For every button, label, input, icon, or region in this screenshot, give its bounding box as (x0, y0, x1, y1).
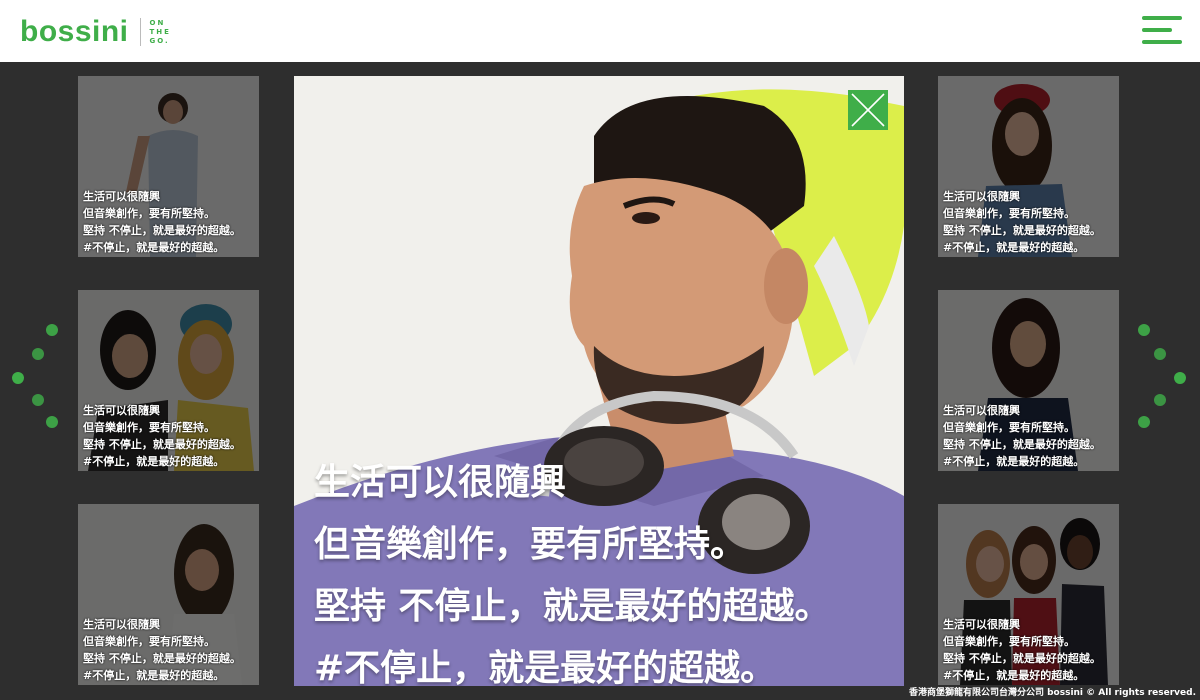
tagline-line-1: ON (149, 18, 166, 27)
photo-lightbox: 生活可以很隨興 但音樂創作，要有所堅持。 堅持 不停止，就是最好的超越。 #不停… (294, 76, 904, 686)
caption-line: 但音樂創作，要有所堅持。 (943, 207, 1075, 220)
gallery-card[interactable]: 生活可以很隨興 但音樂創作，要有所堅持。 堅持 不停止，就是最好的超越。 #不停… (78, 290, 259, 471)
caption-line: #不停止，就是最好的超越。 (943, 669, 1085, 682)
tagline-line-2: THE (149, 27, 171, 36)
copyright-footer: 香港商堡獅龍有限公司台灣分公司 bossini © All rights res… (908, 688, 1196, 698)
caption-line: 生活可以很隨興 (83, 618, 160, 631)
logo-wordmark: bossini (20, 15, 129, 48)
close-x-glyph (851, 93, 885, 127)
caption-line: 但音樂創作，要有所堅持。 (83, 207, 215, 220)
tagline-line-3: GO. (149, 36, 170, 45)
gallery-card[interactable]: 生活可以很隨興 但音樂創作，要有所堅持。 堅持 不停止，就是最好的超越。 #不停… (938, 290, 1119, 471)
card-caption: 生活可以很隨興 但音樂創作，要有所堅持。 堅持 不停止，就是最好的超越。 #不停… (943, 188, 1101, 256)
close-icon[interactable] (848, 90, 888, 130)
caption-line: 生活可以很隨興 (314, 462, 567, 503)
gallery-card[interactable]: 生活可以很隨興 但音樂創作，要有所堅持。 堅持 不停止，就是最好的超越。 #不停… (78, 76, 259, 257)
card-caption: 生活可以很隨興 但音樂創作，要有所堅持。 堅持 不停止，就是最好的超越。 #不停… (83, 188, 241, 256)
caption-line: #不停止，就是最好的超越。 (943, 241, 1085, 254)
menu-bar-2 (1142, 28, 1172, 32)
caption-line: 堅持 不停止，就是最好的超越。 (83, 224, 241, 237)
logo-divider (139, 18, 141, 46)
menu-bar-3 (1142, 40, 1182, 44)
caption-line: 生活可以很隨興 (943, 404, 1020, 417)
caption-line: #不停止，就是最好的超越。 (83, 241, 225, 254)
gallery-card[interactable]: 生活可以很隨興 但音樂創作，要有所堅持。 堅持 不停止，就是最好的超越。 #不停… (938, 76, 1119, 257)
caption-line: 生活可以很隨興 (943, 618, 1020, 631)
caption-line: 堅持 不停止，就是最好的超越。 (943, 652, 1101, 665)
card-caption: 生活可以很隨興 但音樂創作，要有所堅持。 堅持 不停止，就是最好的超越。 #不停… (83, 616, 241, 684)
caption-line: 堅持 不停止，就是最好的超越。 (943, 438, 1101, 451)
caption-line: 但音樂創作，要有所堅持。 (314, 524, 747, 565)
card-caption: 生活可以很隨興 但音樂創作，要有所堅持。 堅持 不停止，就是最好的超越。 #不停… (83, 402, 241, 470)
caption-line: 堅持 不停止，就是最好的超越。 (83, 652, 241, 665)
caption-line: 但音樂創作，要有所堅持。 (943, 635, 1075, 648)
card-caption: 生活可以很隨興 但音樂創作，要有所堅持。 堅持 不停止，就是最好的超越。 #不停… (943, 402, 1101, 470)
caption-line: 生活可以很隨興 (83, 404, 160, 417)
caption-line: #不停止，就是最好的超越。 (83, 669, 225, 682)
caption-line: #不停止，就是最好的超越。 (83, 455, 225, 468)
menu-bar-1 (1142, 16, 1182, 20)
gallery-card[interactable]: 生活可以很隨興 但音樂創作，要有所堅持。 堅持 不停止，就是最好的超越。 #不停… (938, 504, 1119, 685)
chevron-left-icon[interactable] (10, 324, 58, 432)
caption-line: 堅持 不停止，就是最好的超越。 (314, 586, 831, 627)
caption-line: #不停止，就是最好的超越。 (943, 455, 1085, 468)
chevron-right-icon[interactable] (1138, 324, 1186, 432)
logo-tagline: ON THE GO. (150, 19, 171, 46)
hamburger-menu-icon[interactable] (1140, 14, 1186, 46)
bossini-logo[interactable]: bossini ON THE GO. (20, 12, 171, 52)
card-caption: 生活可以很隨興 但音樂創作，要有所堅持。 堅持 不停止，就是最好的超越。 #不停… (943, 616, 1101, 684)
lightbox-caption: 生活可以很隨興 但音樂創作，要有所堅持。 堅持 不停止，就是最好的超越。 #不停… (314, 452, 831, 686)
caption-line: 生活可以很隨興 (83, 190, 160, 203)
caption-line: 堅持 不停止，就是最好的超越。 (83, 438, 241, 451)
caption-line: #不停止，就是最好的超越。 (314, 648, 777, 686)
caption-line: 生活可以很隨興 (943, 190, 1020, 203)
caption-line: 但音樂創作，要有所堅持。 (943, 421, 1075, 434)
site-header: bossini ON THE GO. (0, 0, 1200, 62)
caption-line: 堅持 不停止，就是最好的超越。 (943, 224, 1101, 237)
caption-line: 但音樂創作，要有所堅持。 (83, 421, 215, 434)
caption-line: 但音樂創作，要有所堅持。 (83, 635, 215, 648)
gallery-card[interactable]: 生活可以很隨興 但音樂創作，要有所堅持。 堅持 不停止，就是最好的超越。 #不停… (78, 504, 259, 685)
